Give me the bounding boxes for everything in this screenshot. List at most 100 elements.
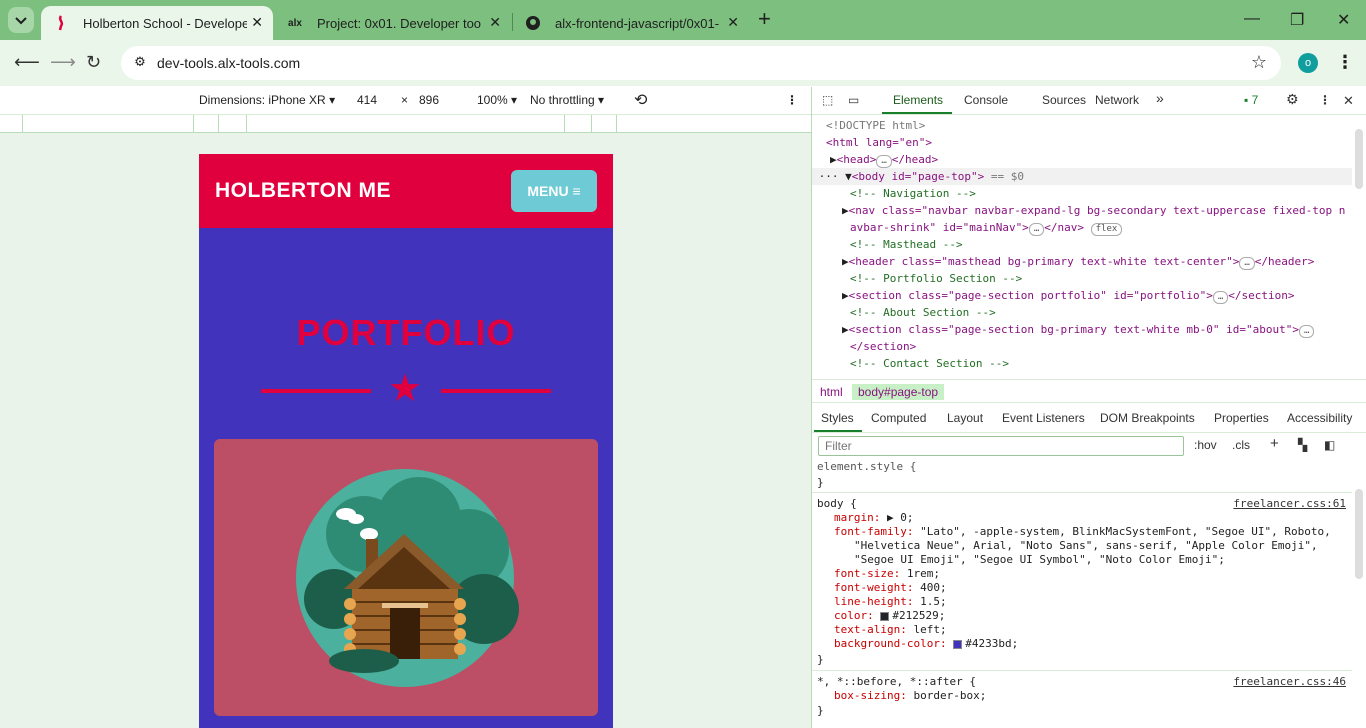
sidebar-toggle-icon[interactable]: ◧ — [1324, 438, 1335, 452]
divider-line-left — [261, 389, 371, 393]
dom-node-section-portfolio[interactable]: ▶<section class="page-section portfolio"… — [842, 287, 1366, 304]
css-declaration[interactable]: margin: ▶ 0; — [834, 511, 913, 525]
color-swatch — [880, 611, 890, 621]
dom-comment[interactable]: <!-- Navigation --> — [850, 185, 1366, 202]
elements-scrollbar[interactable] — [1355, 129, 1363, 189]
dom-node-body[interactable]: ··· ▼<body id="page-top"> == $0 — [812, 168, 1352, 185]
close-icon[interactable]: ✕ — [489, 14, 501, 31]
dom-node-nav-cont[interactable]: avbar-shrink" id="mainNav">… </nav> flex — [850, 219, 1366, 236]
cabin-illustration — [296, 469, 519, 687]
tab-elements[interactable]: Elements — [893, 93, 943, 107]
devtools-menu-icon[interactable]: ⋮ — [1319, 93, 1331, 107]
dom-comment[interactable]: <!-- Portfolio Section --> — [850, 270, 1366, 287]
media-query-ruler[interactable] — [0, 115, 811, 133]
avatar[interactable]: o — [1298, 53, 1318, 73]
address-bar[interactable]: ⚙ dev-tools.alx-tools.com ☆ — [121, 46, 1281, 80]
url-text[interactable]: dev-tools.alx-tools.com — [157, 55, 300, 71]
bookmark-star-icon[interactable]: ☆ — [1251, 52, 1267, 73]
gear-icon[interactable]: ⚙ — [1286, 91, 1299, 108]
add-rule-icon[interactable]: + — [1270, 435, 1279, 452]
active-tab-indicator — [882, 112, 952, 114]
toggle-device-icon[interactable]: ▭ — [848, 93, 859, 107]
issues-counter[interactable]: ▪ 7 — [1244, 93, 1258, 107]
rotate-icon[interactable]: ⟲ — [634, 90, 647, 110]
site-brand[interactable]: HOLBERTON ME — [215, 179, 391, 203]
device-dimensions-label: Dimensions: iPhone XR — [199, 93, 326, 107]
dom-comment[interactable]: <!-- Contact Section --> — [850, 355, 1366, 372]
tab-accessibility[interactable]: Accessibility — [1287, 411, 1352, 425]
tab-styles[interactable]: Styles — [821, 411, 854, 425]
css-declaration[interactable]: font-weight: 400; — [834, 581, 947, 595]
more-tabs-icon[interactable]: » — [1156, 90, 1164, 106]
back-button[interactable]: ⟵ — [14, 52, 40, 73]
alx-icon: alx — [288, 17, 302, 29]
css-declaration[interactable]: font-family: "Lato", -apple-system, Blin… — [834, 525, 1331, 539]
dom-comment[interactable]: <!-- About Section --> — [850, 304, 1366, 321]
css-declaration[interactable]: background-color: #4233bd; — [834, 637, 1018, 651]
close-window-button[interactable]: ✕ — [1337, 10, 1350, 30]
new-tab-button[interactable]: + — [758, 8, 771, 30]
close-icon[interactable]: ✕ — [1343, 93, 1354, 109]
device-toolbar: Dimensions: iPhone XR ▾ 414 × 896 100% ▾… — [0, 87, 811, 115]
reload-button[interactable]: ↻ — [86, 52, 101, 73]
dom-node-html[interactable]: <html lang="en"> — [826, 134, 1366, 151]
css-declaration[interactable]: font-size: 1rem; — [834, 567, 940, 581]
tab-project[interactable]: alx Project: 0x01. Developer tools ✕ — [275, 6, 511, 40]
breadcrumb-html[interactable]: html — [814, 384, 849, 400]
dom-node-header[interactable]: ▶<header class="masthead bg-primary text… — [842, 253, 1366, 270]
close-icon[interactable]: ✕ — [251, 14, 263, 31]
inspect-element-icon[interactable]: ⬚ — [822, 93, 833, 107]
tab-dom-breakpoints[interactable]: DOM Breakpoints — [1100, 411, 1195, 425]
device-height-input[interactable]: 896 — [419, 93, 439, 107]
forward-button[interactable]: ⟶ — [50, 52, 76, 73]
tab-event-listeners[interactable]: Event Listeners — [1002, 411, 1085, 425]
tab-network[interactable]: Network — [1095, 93, 1139, 107]
tab-search-button[interactable] — [8, 7, 34, 33]
selector-text[interactable]: *, *::before, *::after { — [817, 675, 976, 689]
zoom-select[interactable]: 100% ▾ — [477, 93, 517, 107]
devtools-tabbar: ⬚ ▭ Elements Console Sources Network » ▪… — [812, 87, 1366, 115]
elements-tree: <!DOCTYPE html> <html lang="en"> ▶<head>… — [812, 115, 1366, 377]
close-icon[interactable]: ✕ — [727, 14, 739, 31]
dom-node-nav[interactable]: ▶<nav class="navbar navbar-expand-lg bg-… — [842, 202, 1366, 219]
styles-scrollbar[interactable] — [1355, 489, 1363, 579]
browser-toolbar: ⟵ ⟶ ↻ ⚙ dev-tools.alx-tools.com ☆ o ⋮ — [0, 40, 1366, 86]
tab-console[interactable]: Console — [964, 93, 1008, 107]
dom-node-doctype[interactable]: <!DOCTYPE html> — [826, 117, 1366, 134]
minimize-button[interactable]: — — [1244, 10, 1260, 28]
tab-layout[interactable]: Layout — [947, 411, 983, 425]
dom-comment[interactable]: <!-- Masthead --> — [850, 236, 1366, 253]
css-declaration[interactable]: line-height: 1.5; — [834, 595, 947, 609]
device-width-input[interactable]: 414 — [357, 93, 377, 107]
device-options-icon[interactable]: ⋮ — [786, 93, 798, 107]
css-declaration[interactable]: color: #212529; — [834, 609, 945, 623]
restore-button[interactable]: ❐ — [1290, 10, 1304, 30]
site-info-icon[interactable]: ⚙ — [131, 54, 149, 72]
portfolio-item[interactable] — [214, 439, 598, 716]
dom-node-section-about[interactable]: ▶<section class="page-section bg-primary… — [842, 321, 1366, 338]
dom-node-section-about-close[interactable]: </section> — [850, 338, 1366, 355]
throttling-select[interactable]: No throttling ▾ — [530, 93, 604, 107]
styles-filter-input[interactable] — [818, 436, 1184, 456]
paint-brush-icon[interactable]: ▚ — [1298, 438, 1307, 452]
browser-menu-icon[interactable]: ⋮ — [1336, 52, 1354, 73]
css-declaration[interactable]: box-sizing: border-box; — [834, 689, 986, 703]
breadcrumb-body[interactable]: body#page-top — [852, 384, 945, 400]
css-declaration[interactable]: text-align: left; — [834, 623, 947, 637]
styles-filter-bar: :hov .cls + ▚ ◧ — [812, 433, 1366, 459]
hov-toggle[interactable]: :hov — [1194, 438, 1217, 452]
tab-computed[interactable]: Computed — [871, 411, 926, 425]
stylesheet-link[interactable]: freelancer.css:61 — [1233, 497, 1346, 510]
dom-node-head[interactable]: ▶<head>… </head> — [830, 151, 1366, 168]
selector-text[interactable]: element.style { — [817, 460, 916, 474]
tab-sources[interactable]: Sources — [1042, 93, 1086, 107]
tab-properties[interactable]: Properties — [1214, 411, 1269, 425]
throttling-value: No throttling — [530, 93, 595, 107]
selector-text[interactable]: body { — [817, 497, 857, 511]
cls-toggle[interactable]: .cls — [1232, 438, 1250, 452]
tab-github[interactable]: alx-frontend-javascript/0x01-d ✕ — [513, 6, 749, 40]
menu-button[interactable]: MENU ≡ — [511, 170, 597, 212]
stylesheet-link[interactable]: freelancer.css:46 — [1233, 675, 1346, 688]
device-dimensions-select[interactable]: Dimensions: iPhone XR ▾ — [199, 93, 335, 107]
tab-holberton[interactable]: Holberton School - Developer ✕ — [41, 6, 273, 40]
